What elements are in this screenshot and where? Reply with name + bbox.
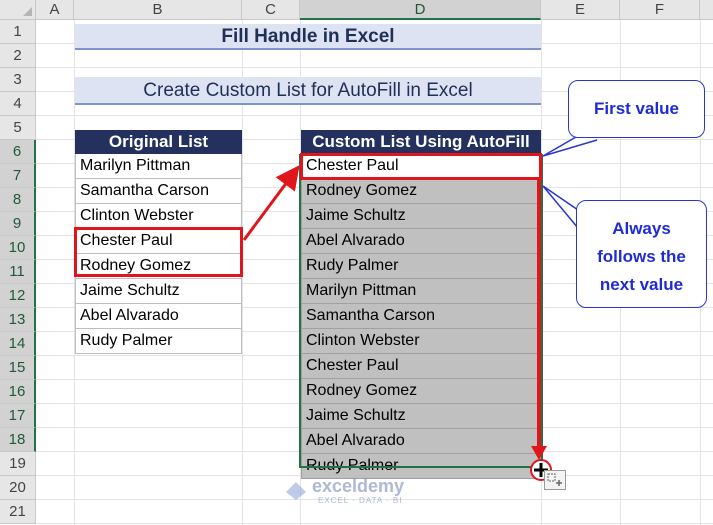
callout-pointer-always <box>542 185 579 229</box>
autofill-options-button[interactable] <box>544 470 566 490</box>
callout-line: follows the <box>597 247 686 266</box>
exceldemy-watermark: exceldemy EXCEL · DATA · BI <box>284 476 434 510</box>
callout-line: next value <box>599 275 684 294</box>
drag-arrowhead <box>531 446 547 460</box>
watermark-name: exceldemy <box>312 476 405 496</box>
watermark-tagline: EXCEL · DATA · BI <box>318 496 403 505</box>
callout-line: Always <box>612 219 671 238</box>
autofill-options-icon <box>547 473 562 486</box>
copy-arrow <box>242 165 300 241</box>
first-value-callout: First value <box>568 80 705 138</box>
always-follows-callout: Always follows the next value <box>576 200 707 308</box>
exceldemy-logo-icon <box>286 482 306 500</box>
